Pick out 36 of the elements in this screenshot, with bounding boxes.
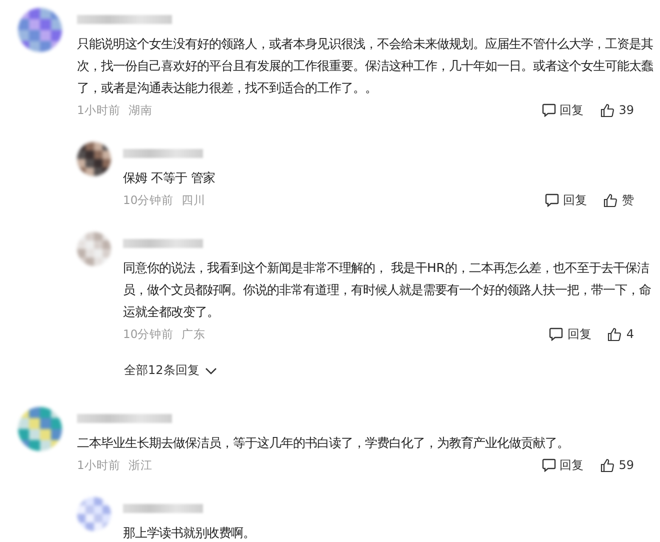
avatar-icon — [18, 8, 62, 52]
reply-button[interactable]: 回复 — [545, 192, 587, 208]
comment-text: 保姆 不等于 管家 — [123, 169, 216, 187]
thumbs-up-icon — [603, 192, 618, 208]
thumbs-up-icon — [607, 326, 622, 342]
reply-button[interactable]: 回复 — [542, 102, 584, 118]
thumbs-up-icon — [600, 102, 615, 118]
like-button[interactable]: 4 — [607, 326, 634, 342]
comment-time: 10分钟前 — [123, 326, 174, 342]
comment-text: 同意你的说法，我看到这个新闻是非常不理解的， 我是干HR的，二本再怎么差，也不至于去干保洁员，做个文员都好啊。你说的非常有道理，有时候人就是需要有一个好的领路人扶一把，带一下，命运就全都改变了。 — [123, 259, 652, 321]
comment-location: 广东 — [182, 326, 206, 342]
avatar-icon — [77, 497, 111, 531]
comment-time: 10分钟前 — [123, 192, 174, 208]
comment-text: 那上学读书就别收费啊。 — [123, 524, 256, 542]
comment-icon — [542, 458, 556, 472]
comment-icon — [549, 327, 564, 341]
avatar-icon — [77, 142, 111, 176]
reply-button[interactable]: 回复 — [549, 326, 592, 342]
comment-location: 四川 — [182, 192, 206, 208]
comment-text: 二本毕业生长期去做保洁员，等于这几年的书白读了，学费白化了，为教育产业化做贡献了。 — [77, 434, 570, 452]
comment-icon — [545, 193, 559, 207]
avatar-icon — [77, 232, 111, 266]
like-button[interactable]: 赞 — [603, 192, 634, 208]
thumbs-up-icon — [600, 458, 615, 472]
comment-location: 湖南 — [128, 102, 152, 118]
avatar-icon — [18, 407, 62, 451]
more-replies-button[interactable]: 全部12条回复 — [124, 362, 218, 379]
like-button[interactable]: 39 — [600, 102, 634, 118]
comment-icon — [542, 103, 556, 117]
comment-time: 1小时前 — [77, 458, 120, 472]
comment-text: 只能说明这个女生没有好的领路人，或者本身见识很浅，不会给未来做规划。应届生不管什么大学，工资是其次，找一份自己喜欢好的平台且有发展的工作很重要。保洁这种工作，几十年如一日。或者这个女生可能太蠢了，或者是沟通表达能力很差，找不到适合的工作了。。 — [77, 35, 654, 97]
comment-time: 1小时前 — [77, 102, 120, 118]
chevron-down-icon — [205, 366, 218, 374]
reply-button[interactable]: 回复 — [542, 456, 584, 474]
like-button[interactable]: 59 — [600, 458, 634, 472]
comment-location: 浙江 — [128, 458, 152, 472]
